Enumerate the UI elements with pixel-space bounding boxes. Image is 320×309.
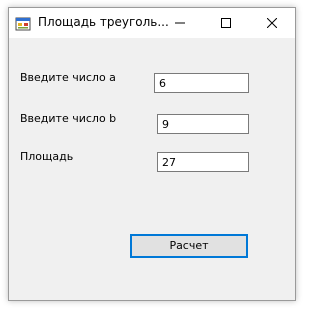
form-icon <box>15 15 31 31</box>
calculate-button[interactable]: Расчет <box>130 234 248 258</box>
label-area: Площадь <box>20 150 74 163</box>
maximize-icon <box>221 18 231 28</box>
output-area-field[interactable]: 27 <box>157 152 249 172</box>
label-number-b: Введите число b <box>20 112 117 125</box>
close-button[interactable] <box>249 8 295 38</box>
close-icon <box>267 18 277 28</box>
minimize-icon <box>175 22 185 24</box>
input-number-a[interactable]: 6 <box>154 73 249 93</box>
app-window: Площадь треуголь... Введите число a 6 Вв… <box>8 7 296 301</box>
input-number-b[interactable]: 9 <box>157 114 249 134</box>
label-number-a: Введите число a <box>20 71 116 84</box>
minimize-button[interactable] <box>157 8 203 38</box>
title-bar[interactable]: Площадь треуголь... <box>9 8 295 38</box>
maximize-button[interactable] <box>203 8 249 38</box>
window-title: Площадь треуголь... <box>38 15 169 29</box>
